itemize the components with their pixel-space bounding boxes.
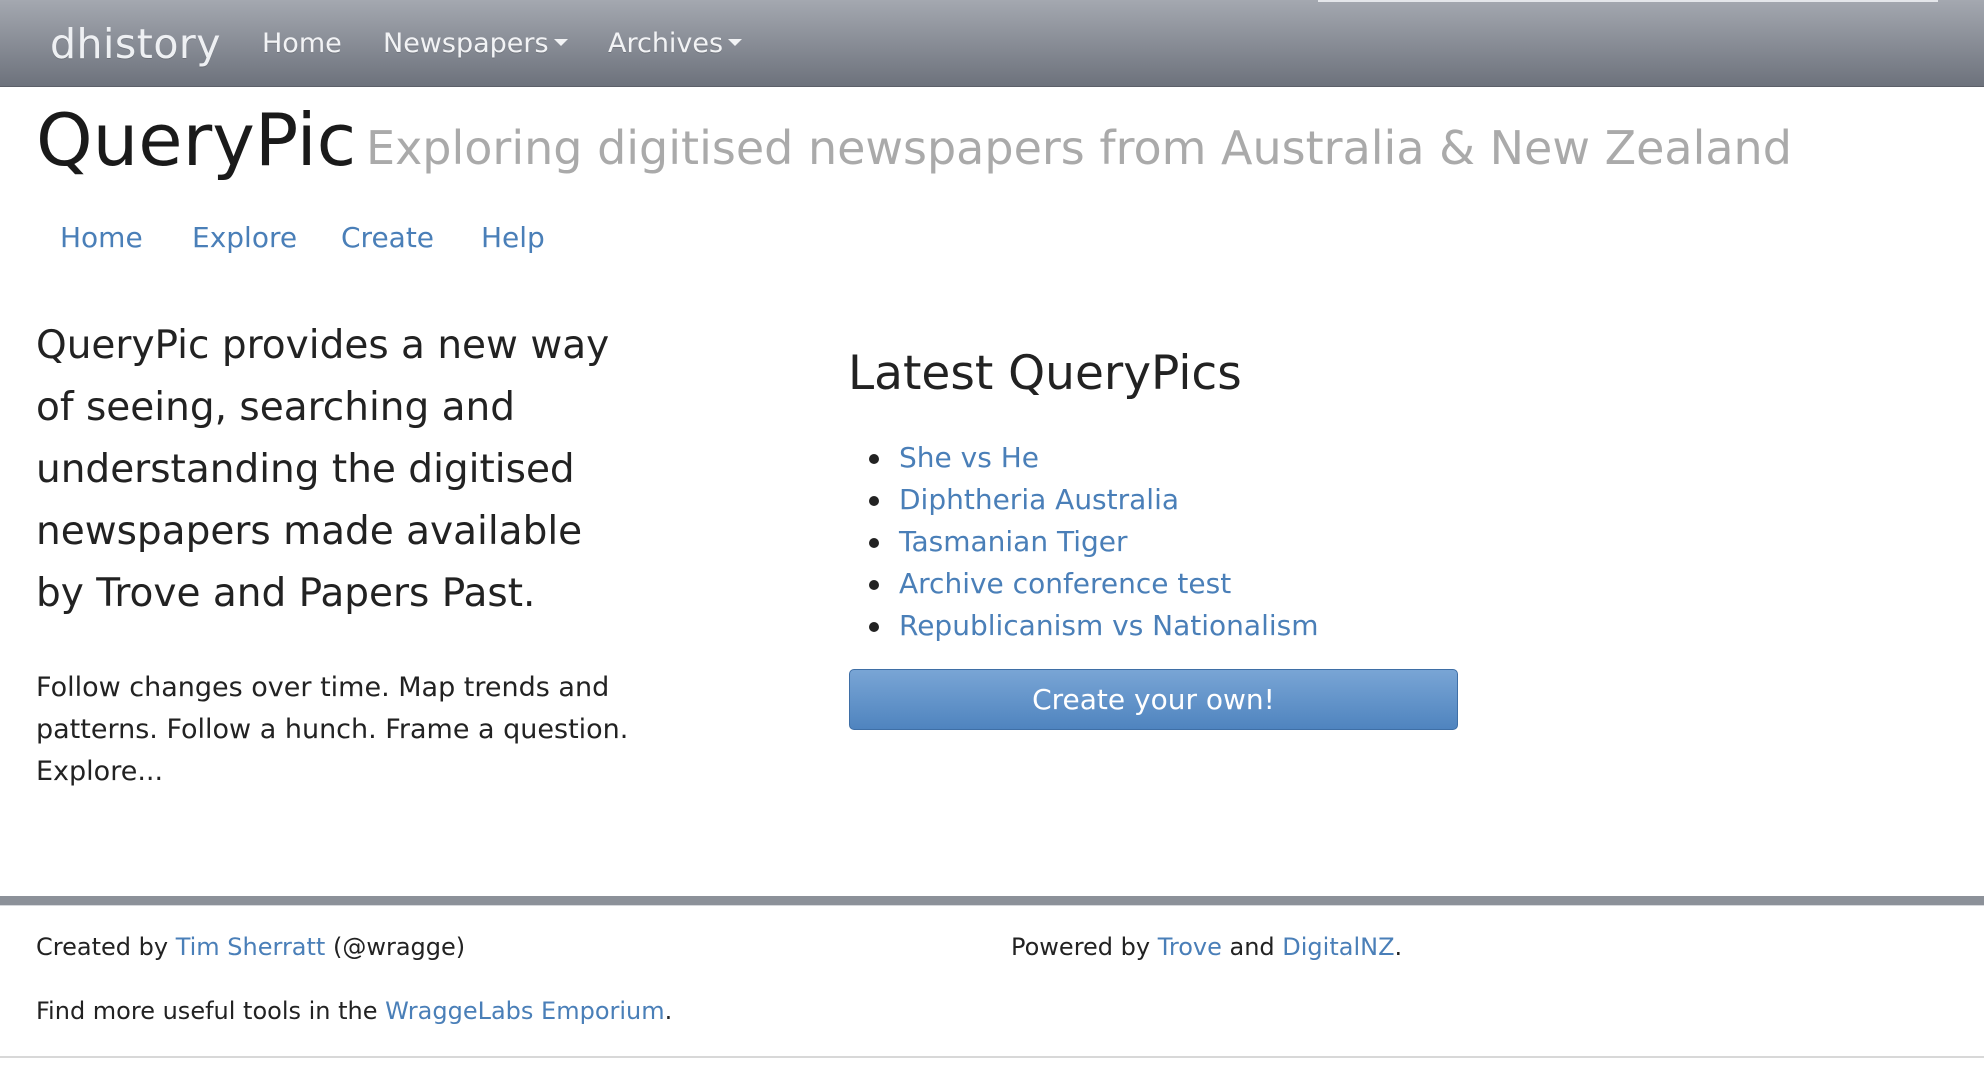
footer-credit: Created by Tim Sherratt (@wragge) — [36, 931, 465, 963]
more-tools-suffix: . — [664, 997, 673, 1025]
intro-lead-line: understanding the digitised — [36, 447, 575, 492]
navbar-item-label: Archives — [608, 28, 724, 59]
intro-body: Follow changes over time. Map trends and… — [36, 667, 646, 793]
bullet-icon — [869, 454, 879, 464]
subnav-create[interactable]: Create — [341, 221, 434, 254]
list-item: Republicanism vs Nationalism — [848, 605, 1319, 647]
page-subtitle: Exploring digitised newspapers from Aust… — [366, 121, 1792, 175]
navbar-item-newspapers[interactable]: Newspapers — [383, 28, 568, 59]
intro-body-line: patterns. Follow a hunch. Frame a questi… — [36, 714, 629, 745]
intro-body-line: Explore... — [36, 756, 164, 787]
navbar-item-label: Home — [262, 28, 342, 59]
and-text: and — [1221, 933, 1283, 961]
bullet-icon — [869, 538, 879, 548]
list-item: Tasmanian Tiger — [848, 521, 1319, 563]
list-item: Diphtheria Australia — [848, 479, 1319, 521]
list-item: Archive conference test — [848, 563, 1319, 605]
powered-prefix: Powered by — [1011, 933, 1158, 961]
create-your-own-button[interactable]: Create your own! — [849, 669, 1458, 730]
page-bottom-line — [0, 1056, 1984, 1058]
emporium-link[interactable]: WraggeLabs Emporium — [385, 997, 665, 1025]
trove-link[interactable]: Trove — [1158, 933, 1222, 961]
intro-lead-line: of seeing, searching and — [36, 385, 516, 430]
brand-link[interactable]: dhistory — [50, 20, 221, 68]
intro-lead-line: by Trove and Papers Past. — [36, 571, 536, 616]
latest-querypics-list: She vs He Diphtheria Australia Tasmanian… — [848, 437, 1319, 647]
latest-querypics-heading: Latest QueryPics — [848, 346, 1242, 401]
subnav-explore[interactable]: Explore — [192, 221, 297, 254]
intro-lead-line: QueryPic provides a new way — [36, 323, 610, 368]
navbar-item-archives[interactable]: Archives — [608, 28, 743, 59]
author-handle: (@wragge) — [325, 933, 466, 961]
footer-credit-prefix: Created by — [36, 933, 176, 961]
caret-down-icon — [553, 39, 568, 46]
caret-down-icon — [728, 39, 743, 46]
author-link[interactable]: Tim Sherratt — [176, 933, 326, 961]
footer-more-tools: Find more useful tools in the WraggeLabs… — [36, 995, 672, 1027]
period-text: . — [1394, 933, 1403, 961]
querypic-link[interactable]: Archive conference test — [899, 567, 1231, 600]
browser-edge-line — [1318, 0, 1938, 2]
navbar-item-home[interactable]: Home — [262, 28, 342, 59]
querypic-link[interactable]: She vs He — [899, 441, 1039, 474]
page-title: QueryPic — [36, 98, 357, 182]
top-navbar: dhistory Home Newspapers Archives — [0, 0, 1984, 87]
footer-powered-by: Powered by Trove and DigitalNZ. — [1011, 931, 1402, 963]
list-item: She vs He — [848, 437, 1319, 479]
navbar-item-label: Newspapers — [383, 28, 549, 59]
footer-divider-line — [0, 905, 1984, 906]
subnav-help[interactable]: Help — [481, 221, 545, 254]
bullet-icon — [869, 580, 879, 590]
intro-lead-line: newspapers made available — [36, 509, 583, 554]
querypic-link[interactable]: Republicanism vs Nationalism — [899, 609, 1319, 642]
querypic-link[interactable]: Diphtheria Australia — [899, 483, 1179, 516]
intro-lead: QueryPic provides a new way of seeing, s… — [36, 315, 646, 625]
subnav-home[interactable]: Home — [60, 221, 143, 254]
intro-body-line: Follow changes over time. Map trends and — [36, 672, 610, 703]
footer-divider — [0, 896, 1984, 905]
querypic-link[interactable]: Tasmanian Tiger — [899, 525, 1128, 558]
bullet-icon — [869, 496, 879, 506]
more-tools-prefix: Find more useful tools in the — [36, 997, 386, 1025]
digitalnz-link[interactable]: DigitalNZ — [1282, 933, 1394, 961]
bullet-icon — [869, 622, 879, 632]
